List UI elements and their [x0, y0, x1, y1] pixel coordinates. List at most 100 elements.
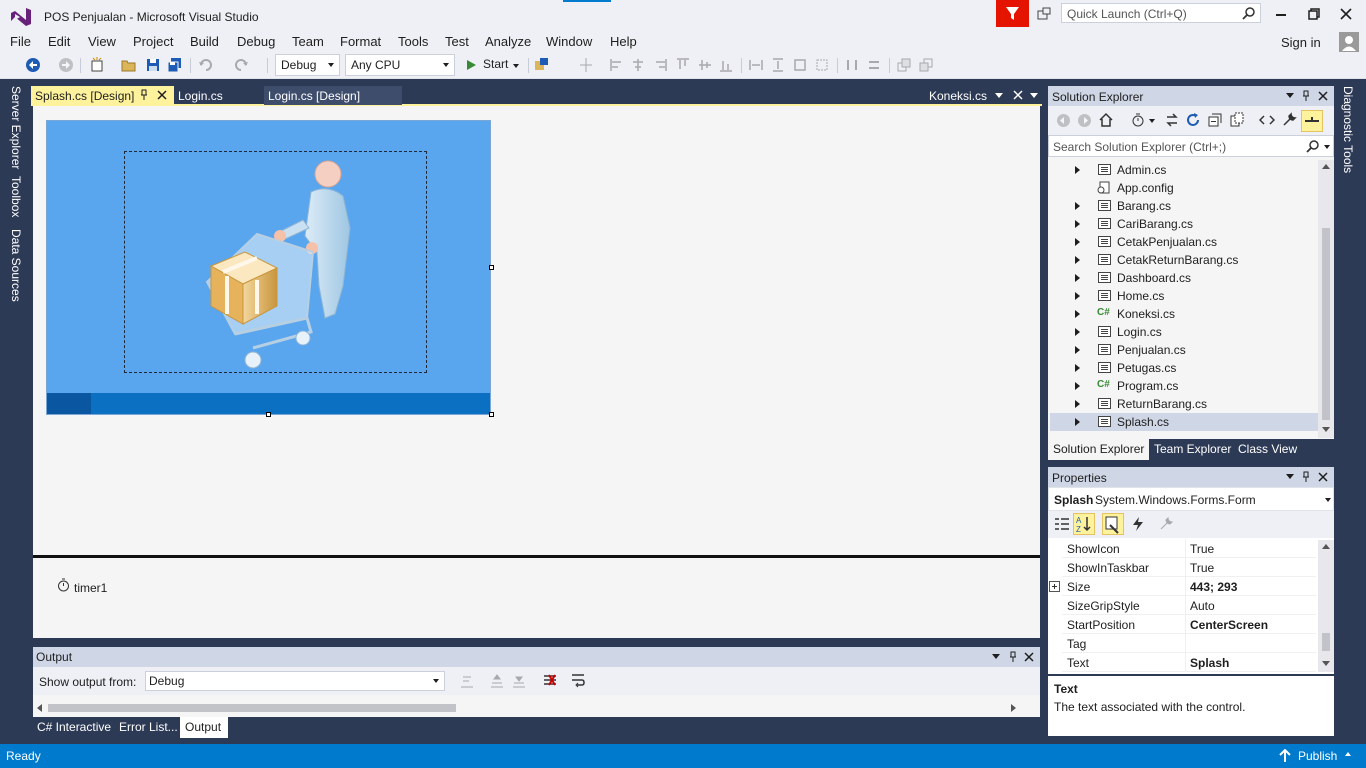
expand-plus-icon[interactable] — [1049, 581, 1060, 592]
diagnostic-tools-tab[interactable]: Diagnostic Tools — [1341, 86, 1355, 173]
new-project-icon[interactable] — [89, 57, 105, 73]
se-tree-item[interactable]: Login.cs — [1050, 323, 1318, 341]
horizontal-spacing-icon[interactable] — [844, 57, 860, 73]
scroll-left-icon[interactable] — [37, 704, 43, 712]
splash-form[interactable] — [46, 120, 491, 415]
props-close-icon[interactable] — [1318, 472, 1328, 482]
start-debugging-button[interactable]: Start — [463, 56, 523, 74]
menu-test[interactable]: Test — [445, 34, 469, 49]
property-value[interactable]: True — [1190, 561, 1214, 575]
menu-debug[interactable]: Debug — [237, 34, 275, 49]
tab-error-list[interactable]: Error List... — [119, 720, 178, 734]
resize-handle-right[interactable] — [489, 265, 494, 270]
expand-arrow-icon[interactable] — [1075, 166, 1080, 174]
picture-box[interactable] — [124, 151, 427, 373]
solution-configuration-select[interactable]: Debug — [275, 54, 340, 76]
feedback-filter-icon[interactable] — [996, 0, 1029, 27]
props-scrollbar-thumb[interactable] — [1322, 633, 1330, 651]
size-to-grid-icon[interactable] — [814, 57, 830, 73]
output-pin-icon[interactable] — [1008, 651, 1018, 663]
property-row[interactable]: Tag — [1062, 634, 1316, 653]
props-pin-icon[interactable] — [1301, 471, 1311, 483]
window-position-icon[interactable] — [1030, 93, 1038, 99]
resize-handle-bottom[interactable] — [266, 412, 271, 417]
properties-wrench-icon[interactable] — [1281, 112, 1297, 128]
se-tree-item[interactable]: Home.cs — [1050, 287, 1318, 305]
menu-team[interactable]: Team — [292, 34, 324, 49]
align-rights-icon[interactable] — [652, 57, 668, 73]
property-row[interactable]: Text Splash — [1062, 653, 1316, 672]
notifications-icon[interactable] — [1036, 6, 1052, 22]
se-tree-item[interactable]: Barang.cs — [1050, 197, 1318, 215]
se-tree-item[interactable]: CetakReturnBarang.cs — [1050, 251, 1318, 269]
navigate-back-icon[interactable] — [25, 57, 41, 73]
align-lefts-icon[interactable] — [609, 57, 625, 73]
se-pin-icon[interactable] — [1301, 90, 1311, 102]
make-same-size-icon[interactable] — [792, 57, 808, 73]
expand-arrow-icon[interactable] — [1075, 220, 1080, 228]
se-tree-item[interactable]: Petugas.cs — [1050, 359, 1318, 377]
menu-format[interactable]: Format — [340, 34, 381, 49]
account-avatar-icon[interactable] — [1339, 32, 1359, 52]
resize-handle-corner[interactable] — [489, 412, 494, 417]
find-message-icon[interactable] — [459, 673, 475, 689]
menu-project[interactable]: Project — [133, 34, 173, 49]
se-tree-item[interactable]: CetakPenjualan.cs — [1050, 233, 1318, 251]
property-value[interactable]: True — [1190, 542, 1214, 556]
se-tree-item[interactable]: App.config — [1050, 179, 1318, 197]
find-in-files-icon[interactable] — [534, 57, 550, 73]
property-value[interactable]: Auto — [1190, 599, 1215, 613]
tab-list-dropdown-icon[interactable] — [995, 93, 1003, 99]
save-all-icon[interactable] — [167, 57, 183, 73]
close-document-icon[interactable] — [1013, 90, 1023, 100]
se-tree-item[interactable]: Dashboard.cs — [1050, 269, 1318, 287]
restore-button[interactable] — [1308, 8, 1320, 20]
menu-help[interactable]: Help — [610, 34, 637, 49]
expand-arrow-icon[interactable] — [1075, 238, 1080, 246]
next-message-icon[interactable] — [511, 673, 527, 689]
expand-arrow-icon[interactable] — [1075, 292, 1080, 300]
se-tree-item[interactable]: CariBarang.cs — [1050, 215, 1318, 233]
property-row[interactable]: ShowIcon True — [1062, 539, 1316, 558]
sync-with-document-icon[interactable] — [1164, 112, 1180, 128]
categorized-icon[interactable] — [1054, 516, 1070, 532]
show-all-files-icon[interactable] — [1229, 112, 1245, 128]
align-bottoms-icon[interactable] — [718, 57, 734, 73]
close-button[interactable] — [1340, 8, 1352, 20]
property-row[interactable]: ShowInTaskbar True — [1062, 558, 1316, 577]
refresh-icon[interactable] — [1185, 112, 1201, 128]
expand-arrow-icon[interactable] — [1075, 274, 1080, 282]
se-vertical-scrollbar[interactable] — [1318, 160, 1334, 438]
expand-arrow-icon[interactable] — [1075, 418, 1080, 426]
menu-view[interactable]: View — [88, 34, 116, 49]
se-tree-item[interactable]: Admin.cs — [1050, 161, 1318, 179]
preview-selected-items-icon[interactable] — [1301, 110, 1323, 132]
expand-arrow-icon[interactable] — [1075, 346, 1080, 354]
make-same-height-icon[interactable] — [770, 57, 786, 73]
expand-arrow-icon[interactable] — [1075, 400, 1080, 408]
timer1-component[interactable]: timer1 — [74, 581, 107, 595]
properties-object-select[interactable]: Splash System.Windows.Forms.Form — [1048, 487, 1334, 511]
se-tree-item[interactable]: Splash.cs — [1050, 413, 1318, 431]
align-to-grid-icon[interactable] — [578, 57, 594, 73]
output-text-area[interactable] — [33, 695, 1040, 717]
horizontal-scrollbar-thumb[interactable] — [48, 704, 456, 712]
scroll-right-icon[interactable] — [1011, 704, 1017, 712]
expand-arrow-icon[interactable] — [1075, 256, 1080, 264]
property-value[interactable]: Splash — [1190, 656, 1229, 670]
se-search-input[interactable]: Search Solution Explorer (Ctrl+;) — [1048, 135, 1334, 157]
se-tree-item[interactable]: C# Koneksi.cs — [1050, 305, 1318, 323]
solution-platform-select[interactable]: Any CPU — [345, 54, 455, 76]
tab-team-explorer[interactable]: Team Explorer — [1154, 442, 1231, 456]
expand-arrow-icon[interactable] — [1075, 328, 1080, 336]
server-explorer-tab[interactable]: Server Explorer — [9, 86, 23, 169]
make-same-width-icon[interactable] — [748, 57, 764, 73]
se-tree-item[interactable]: C# Program.cs — [1050, 377, 1318, 395]
se-tree-item[interactable]: Penjualan.cs — [1050, 341, 1318, 359]
clear-all-icon[interactable] — [542, 672, 558, 688]
property-row[interactable]: StartPosition CenterScreen — [1062, 615, 1316, 634]
collapse-all-icon[interactable] — [1207, 112, 1223, 128]
se-tree-item[interactable]: ReturnBarang.cs — [1050, 395, 1318, 413]
props-menu-icon[interactable] — [1286, 474, 1294, 480]
toggle-word-wrap-icon[interactable] — [570, 672, 586, 688]
